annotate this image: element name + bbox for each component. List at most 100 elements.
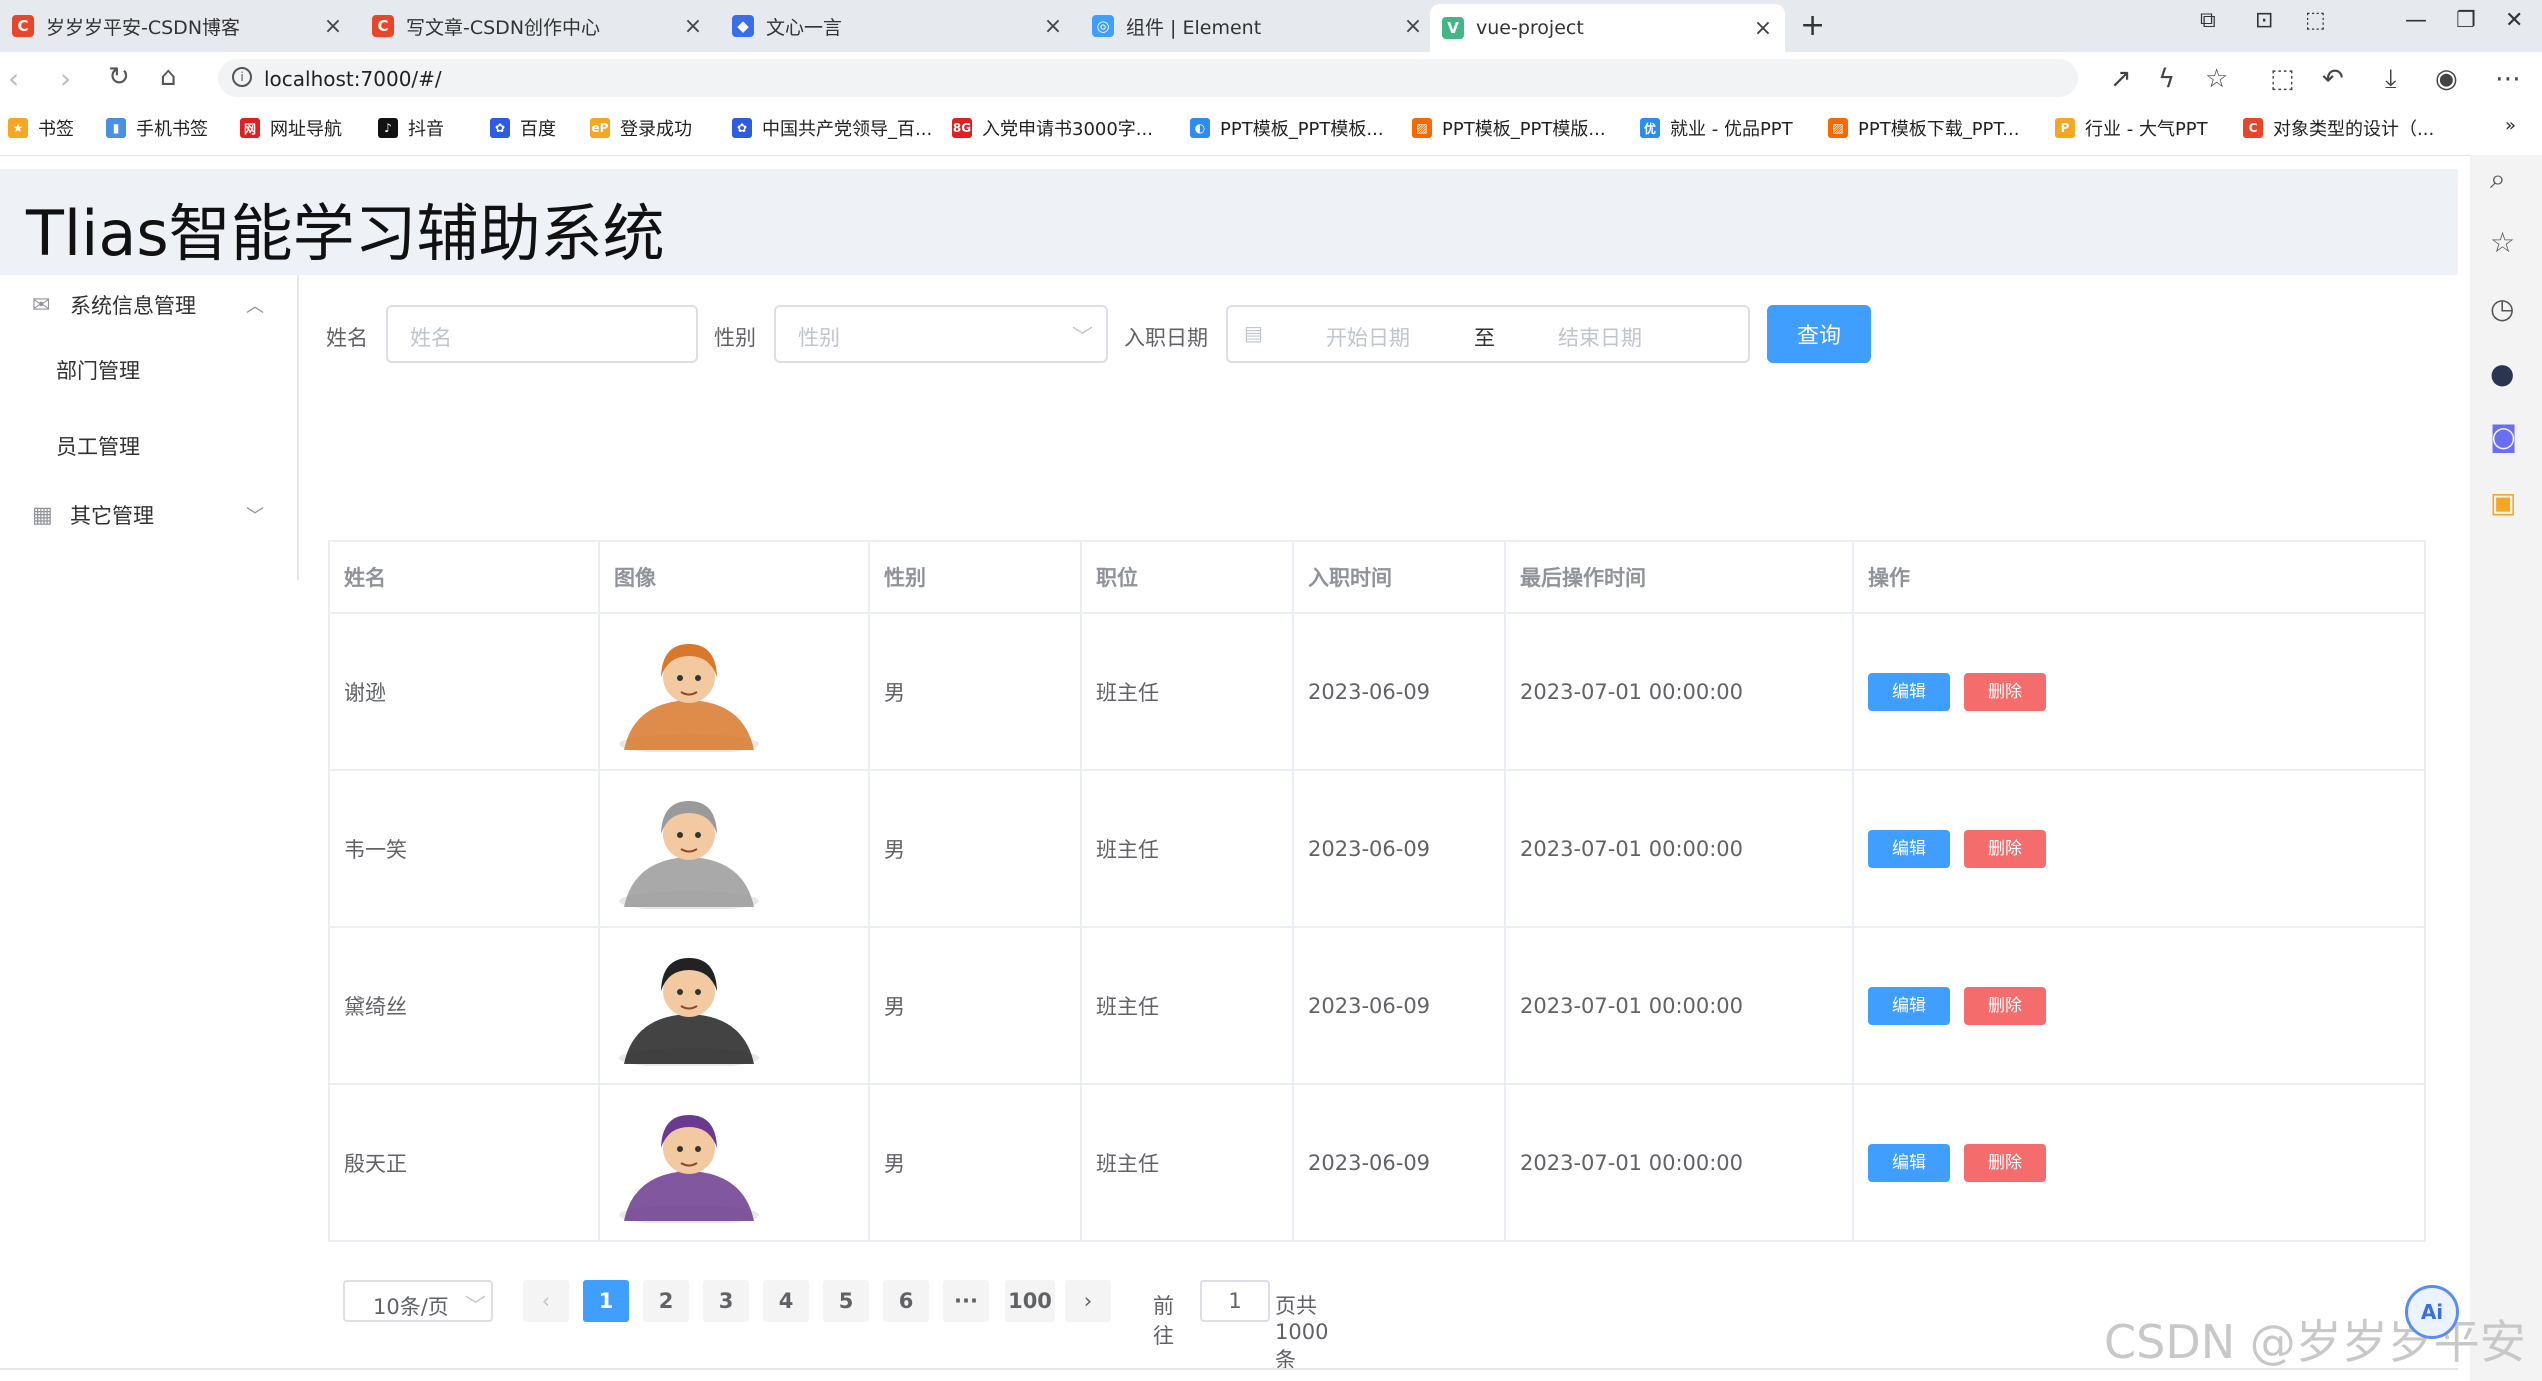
page-number-button[interactable]: 4	[763, 1280, 809, 1322]
bookmark-item[interactable]: C 对象类型的设计（...	[2243, 115, 2434, 141]
avatar	[619, 1114, 759, 1223]
lightning-icon[interactable]: ϟ	[2158, 64, 2175, 94]
maximize-button[interactable]: ❐	[2456, 8, 2476, 33]
gender-select[interactable]: 性别 ﹀	[774, 305, 1108, 363]
bookmark-label: 登录成功	[620, 119, 692, 140]
undo-icon[interactable]: ↶	[2322, 64, 2344, 94]
bookmark-item[interactable]: 8G 入党申请书3000字...	[952, 115, 1153, 141]
name-input[interactable]: 姓名	[386, 305, 698, 363]
home-icon[interactable]: ⌂	[160, 62, 177, 92]
browser-tab[interactable]: C 岁岁岁平安-CSDN博客 ×	[0, 6, 355, 46]
menu-group-system[interactable]: ✉ 系统信息管理 ︿	[0, 275, 297, 335]
bookmark-icon: P	[2055, 118, 2075, 138]
forward-icon[interactable]: ›	[60, 62, 71, 95]
gender-label: 性别	[714, 326, 756, 350]
refresh-icon[interactable]: ↻	[108, 62, 130, 92]
page-number-button[interactable]: 1	[583, 1280, 629, 1322]
toolbox-icon[interactable]: ▣	[2490, 486, 2516, 519]
column-header: 职位	[1080, 540, 1294, 614]
url-field[interactable]: i localhost:7000/#/	[218, 59, 2078, 97]
bookmark-icon: ♪	[378, 118, 398, 138]
minimize-button[interactable]: —	[2405, 8, 2427, 33]
star-icon[interactable]: ☆	[2490, 226, 2515, 259]
game-controller-icon[interactable]: ◙	[2490, 420, 2517, 453]
bookmark-label: 书签	[38, 119, 74, 140]
bookmark-item[interactable]: ♪ 抖音	[378, 115, 444, 141]
delete-button[interactable]: 删除	[1964, 1143, 2046, 1182]
bookmark-icon: C	[2243, 118, 2263, 138]
edit-button[interactable]: 编辑	[1868, 829, 1950, 868]
delete-button[interactable]: 删除	[1964, 672, 2046, 711]
bookmark-item[interactable]: ✿ 百度	[490, 115, 556, 141]
tab-title: 文心一言	[766, 16, 843, 39]
bookmark-item[interactable]: ▨ PPT模板下载_PPT...	[1828, 115, 2019, 141]
more-pages-button[interactable]: ···	[943, 1280, 989, 1322]
page-number-button[interactable]: 6	[883, 1280, 929, 1322]
new-tab-button[interactable]: +	[1800, 8, 1825, 43]
delete-button[interactable]: 删除	[1964, 829, 2046, 868]
employee-entry-date: 2023-06-09	[1292, 612, 1506, 771]
sidebar-item-employee[interactable]: 员工管理	[0, 415, 297, 471]
page-number-button[interactable]: 100	[1005, 1280, 1055, 1322]
profile-avatar-icon[interactable]: ◉	[2435, 64, 2458, 94]
page-number-button[interactable]: 3	[703, 1280, 749, 1322]
bookmark-icon: 8G	[952, 118, 972, 138]
browser-tab-active[interactable]: V vue-project ×	[1430, 4, 1785, 52]
goto-page-input[interactable]: 1	[1200, 1280, 1270, 1322]
table-row: 黛绮丝男班主任 2023-06-09 2023-07-01 00:00:00 编辑 删除	[328, 926, 2426, 1085]
close-icon[interactable]: ×	[1401, 14, 1425, 39]
bookmark-icon: ✿	[490, 118, 510, 138]
sidebar-item-department[interactable]: 部门管理	[0, 339, 297, 395]
more-bookmarks-icon[interactable]: »	[2505, 115, 2516, 136]
page-number-button[interactable]: 2	[643, 1280, 689, 1322]
close-window-button[interactable]: ✕	[2505, 8, 2523, 33]
element-icon: ◎	[1092, 15, 1114, 37]
browser-tab[interactable]: ◆ 文心一言 ×	[720, 6, 1075, 46]
favorite-star-icon[interactable]: ☆	[2205, 64, 2228, 94]
edit-button[interactable]: 编辑	[1868, 1143, 1950, 1182]
close-icon[interactable]: ×	[1041, 14, 1065, 39]
bookmark-item[interactable]: 优就业 - 优品PPT	[1640, 115, 1793, 141]
share-icon[interactable]: ↗	[2110, 64, 2132, 94]
split-screen-icon[interactable]: ⧉	[2200, 8, 2216, 33]
ai-assistant-icon[interactable]: Ai	[2405, 1285, 2459, 1339]
bookmark-item[interactable]: P 行业 - 大气PPT	[2055, 115, 2208, 141]
page-size-select[interactable]: 10条/页 ﹀	[343, 1280, 493, 1322]
menu-group-other[interactable]: ▦ 其它管理 ﹀	[0, 485, 297, 545]
browser-tab[interactable]: C 写文章-CSDN创作中心 ×	[360, 6, 715, 46]
employee-entry-date: 2023-06-09	[1292, 769, 1506, 928]
date-range-picker[interactable]: ▤ 开始日期 至 结束日期	[1226, 305, 1750, 363]
close-icon[interactable]: ×	[681, 14, 705, 39]
chevron-down-icon: ﹀	[465, 1294, 486, 1318]
collections-icon[interactable]: ⊡	[2255, 8, 2273, 33]
bookmark-item[interactable]: eP 登录成功	[590, 115, 692, 141]
next-page-button[interactable]: ›	[1065, 1280, 1111, 1322]
back-icon[interactable]: ‹	[8, 62, 19, 95]
download-icon[interactable]: ⤓	[2385, 64, 2397, 95]
page-number-button[interactable]: 5	[823, 1280, 869, 1322]
bookmark-label: 百度	[520, 119, 556, 140]
more-menu-icon[interactable]: ⋯	[2495, 64, 2521, 94]
copilot-icon[interactable]: ●	[2490, 357, 2514, 390]
close-icon[interactable]: ×	[321, 14, 345, 39]
edit-button[interactable]: 编辑	[1868, 986, 1950, 1025]
query-button[interactable]: 查询	[1767, 305, 1871, 363]
delete-button[interactable]: 删除	[1964, 986, 2046, 1025]
extension-icon[interactable]: ⬚	[2270, 64, 2295, 94]
search-icon[interactable]: ⌕	[2490, 162, 2506, 196]
edit-button[interactable]: 编辑	[1868, 672, 1950, 711]
close-icon[interactable]: ×	[1751, 16, 1775, 41]
bookmark-item[interactable]: ✿ 中国共产党领导_百...	[732, 115, 932, 141]
extensions-icon[interactable]: ⬚	[2305, 8, 2326, 33]
bookmark-item[interactable]: ★ 书签	[8, 115, 74, 141]
info-icon[interactable]: i	[232, 67, 252, 87]
bookmark-item[interactable]: ◐ PPT模板_PPT模板...	[1190, 115, 1384, 141]
browser-tab[interactable]: ◎ 组件 | Element ×	[1080, 6, 1435, 46]
bookmark-item[interactable]: ▮ 手机书签	[106, 115, 208, 141]
employee-job: 班主任	[1080, 926, 1294, 1085]
bookmark-item[interactable]: 网网址导航	[240, 115, 342, 141]
bookmark-item[interactable]: ▨ PPT模板_PPT模版...	[1412, 115, 1606, 141]
history-icon[interactable]: ◷	[2490, 292, 2514, 325]
prev-page-button[interactable]: ‹	[523, 1280, 569, 1322]
employee-update-time: 2023-07-01 00:00:00	[1504, 769, 1854, 928]
